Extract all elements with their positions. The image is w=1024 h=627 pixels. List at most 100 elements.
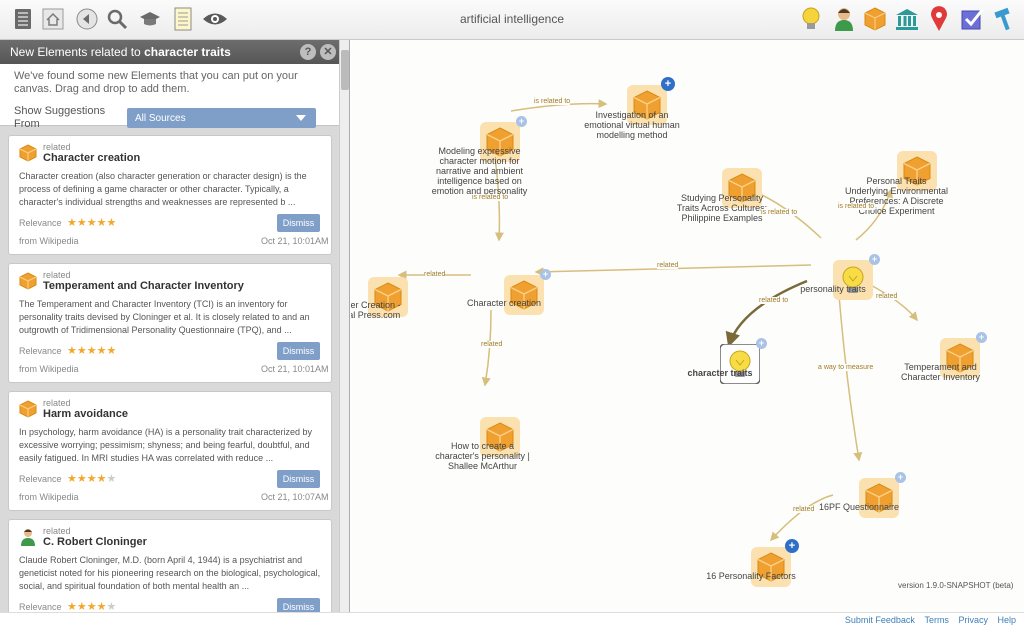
suggestions-source-select[interactable]: All Sources bbox=[127, 108, 316, 128]
edge-label: related bbox=[876, 293, 898, 300]
map-node-label: Character creation bbox=[466, 298, 542, 308]
map-node-label: personality traits bbox=[800, 284, 866, 294]
checkbox-icon[interactable] bbox=[960, 6, 986, 32]
add-node-button[interactable]: + bbox=[540, 269, 551, 280]
map-node-label: How to create a character's personality … bbox=[435, 441, 530, 471]
notes-icon[interactable] bbox=[170, 6, 196, 32]
add-node-button[interactable]: + bbox=[785, 539, 799, 553]
relevance-label: Relevance bbox=[19, 474, 62, 484]
card-source: from Wikipedia bbox=[19, 492, 79, 502]
map-node-label: Modeling expressive character motion for… bbox=[431, 146, 528, 196]
eye-icon[interactable] bbox=[202, 6, 228, 32]
panel-header-prefix: New Elements related to bbox=[10, 45, 145, 59]
location-pin-icon[interactable] bbox=[926, 6, 952, 32]
close-icon[interactable]: ✕ bbox=[320, 44, 336, 60]
suggestion-card[interactable]: related Character creation Character creat… bbox=[8, 135, 332, 255]
edge-label: related bbox=[793, 506, 815, 513]
map-node-label: Investigation of an emotional virtual hu… bbox=[584, 110, 680, 140]
search-icon[interactable] bbox=[104, 6, 130, 32]
relevance-stars: ★★★★★ bbox=[67, 473, 117, 485]
card-description: Claude Robert Cloninger, M.D. (born Apri… bbox=[19, 555, 321, 591]
help-link[interactable]: Help bbox=[997, 615, 1016, 625]
relevance-label: Relevance bbox=[19, 218, 62, 228]
concept-map-edges bbox=[397, 99, 918, 542]
map-node-label: Studying Personality Traits Across Cultu… bbox=[676, 193, 768, 223]
intro-text: We've found some new Elements that you c… bbox=[14, 70, 298, 95]
person-icon bbox=[19, 528, 37, 546]
map-node-character-creation[interactable]: + bbox=[504, 269, 551, 315]
card-type: related bbox=[43, 142, 71, 152]
back-icon[interactable] bbox=[74, 6, 100, 32]
footer: Submit Feedback Terms Privacy Help bbox=[0, 612, 1024, 627]
lightbulb-icon[interactable] bbox=[798, 6, 824, 32]
panel-scrollbar[interactable] bbox=[339, 40, 349, 612]
add-node-button[interactable]: + bbox=[895, 472, 906, 483]
help-icon[interactable]: ? bbox=[300, 44, 316, 60]
card-source: from Wikipedia bbox=[19, 364, 79, 374]
map-node-label: 16 Personality Factors bbox=[706, 571, 796, 581]
map-node-label: 16PF Questionnaire bbox=[818, 502, 900, 512]
person-icon[interactable] bbox=[831, 6, 857, 32]
version-label: version 1.9.0-SNAPSHOT (beta) bbox=[898, 581, 1014, 590]
cube-icon bbox=[19, 144, 37, 162]
dismiss-button[interactable]: Dismiss bbox=[277, 342, 320, 360]
panel-header: New Elements related to character traits… bbox=[0, 40, 349, 64]
terms-link[interactable]: Terms bbox=[924, 615, 949, 625]
lightbulb-icon bbox=[833, 260, 873, 305]
card-description: The Temperament and Character Inventory … bbox=[19, 299, 310, 335]
card-type: related bbox=[43, 398, 71, 408]
add-node-button[interactable]: + bbox=[661, 77, 675, 91]
dismiss-button[interactable]: Dismiss bbox=[277, 214, 320, 232]
card-description: In psychology, harm avoidance (HA) is a … bbox=[19, 427, 312, 463]
add-node-button[interactable]: + bbox=[869, 254, 880, 265]
graduation-cap-icon[interactable] bbox=[137, 6, 163, 32]
edge-label: a way to measure bbox=[818, 364, 874, 371]
edge-label: is related to bbox=[838, 203, 875, 210]
scroll-thumb[interactable] bbox=[341, 50, 349, 90]
suggestion-card[interactable]: related C. Robert Cloninger Claude Robert … bbox=[8, 519, 332, 612]
panel-intro: We've found some new Elements that you c… bbox=[0, 64, 349, 130]
map-node-label: cter Creation - Tal Press.com bbox=[351, 300, 401, 320]
relevance-label: Relevance bbox=[19, 602, 62, 612]
cube-icon bbox=[859, 478, 899, 523]
cube-icon[interactable] bbox=[862, 6, 888, 32]
suggestion-card[interactable]: related Harm avoidance In psychology, harm… bbox=[8, 391, 332, 511]
edge-label: is related to bbox=[534, 98, 571, 105]
card-source: from Wikipedia bbox=[19, 236, 79, 246]
privacy-link[interactable]: Privacy bbox=[958, 615, 988, 625]
relevance-stars: ★★★★★ bbox=[67, 601, 117, 612]
card-type: related bbox=[43, 526, 71, 536]
map-node-label: Temperament and Character Inventory bbox=[900, 362, 981, 382]
panel-header-topic: character traits bbox=[144, 45, 231, 59]
relevance-stars: ★★★★★ bbox=[67, 217, 117, 229]
dismiss-button[interactable]: Dismiss bbox=[277, 470, 320, 488]
add-node-button[interactable]: + bbox=[756, 338, 767, 349]
map-node-character-traits[interactable]: + bbox=[719, 338, 767, 385]
suggestions-source-value: All Sources bbox=[135, 113, 186, 124]
concept-map-canvas[interactable]: + Investigation of an emotional virtual h… bbox=[351, 40, 1024, 612]
top-toolbar: artificial intelligence bbox=[0, 0, 1024, 40]
institution-icon[interactable] bbox=[894, 6, 920, 32]
edge-label: related bbox=[481, 341, 503, 348]
card-date: Oct 21, 10:07AM bbox=[261, 492, 329, 502]
relation-edge[interactable] bbox=[838, 294, 863, 462]
home-icon[interactable] bbox=[40, 6, 66, 32]
card-title: C. Robert Cloninger bbox=[43, 536, 147, 548]
hammer-icon[interactable] bbox=[992, 6, 1018, 32]
cube-icon bbox=[19, 272, 37, 290]
add-node-button[interactable]: + bbox=[976, 332, 987, 343]
add-node-button[interactable]: + bbox=[516, 116, 527, 127]
cube-icon bbox=[19, 400, 37, 418]
map-node-16factors[interactable]: + bbox=[751, 539, 799, 587]
lightbulb-icon bbox=[719, 343, 761, 389]
map-node-16pf[interactable]: + bbox=[859, 472, 906, 518]
map-node-label: Personal Traits Underlying Environmental… bbox=[844, 176, 949, 216]
list-icon[interactable] bbox=[10, 6, 36, 32]
submit-feedback-link[interactable]: Submit Feedback bbox=[845, 615, 915, 625]
card-title: Character creation bbox=[43, 152, 141, 164]
card-date: Oct 21, 10:01AM bbox=[261, 236, 329, 246]
suggestion-card[interactable]: related Temperament and Character Invento… bbox=[8, 263, 332, 383]
edge-label: related to bbox=[759, 297, 789, 304]
map-node-personality-traits[interactable]: + bbox=[833, 254, 880, 300]
dismiss-button[interactable]: Dismiss bbox=[277, 598, 320, 612]
